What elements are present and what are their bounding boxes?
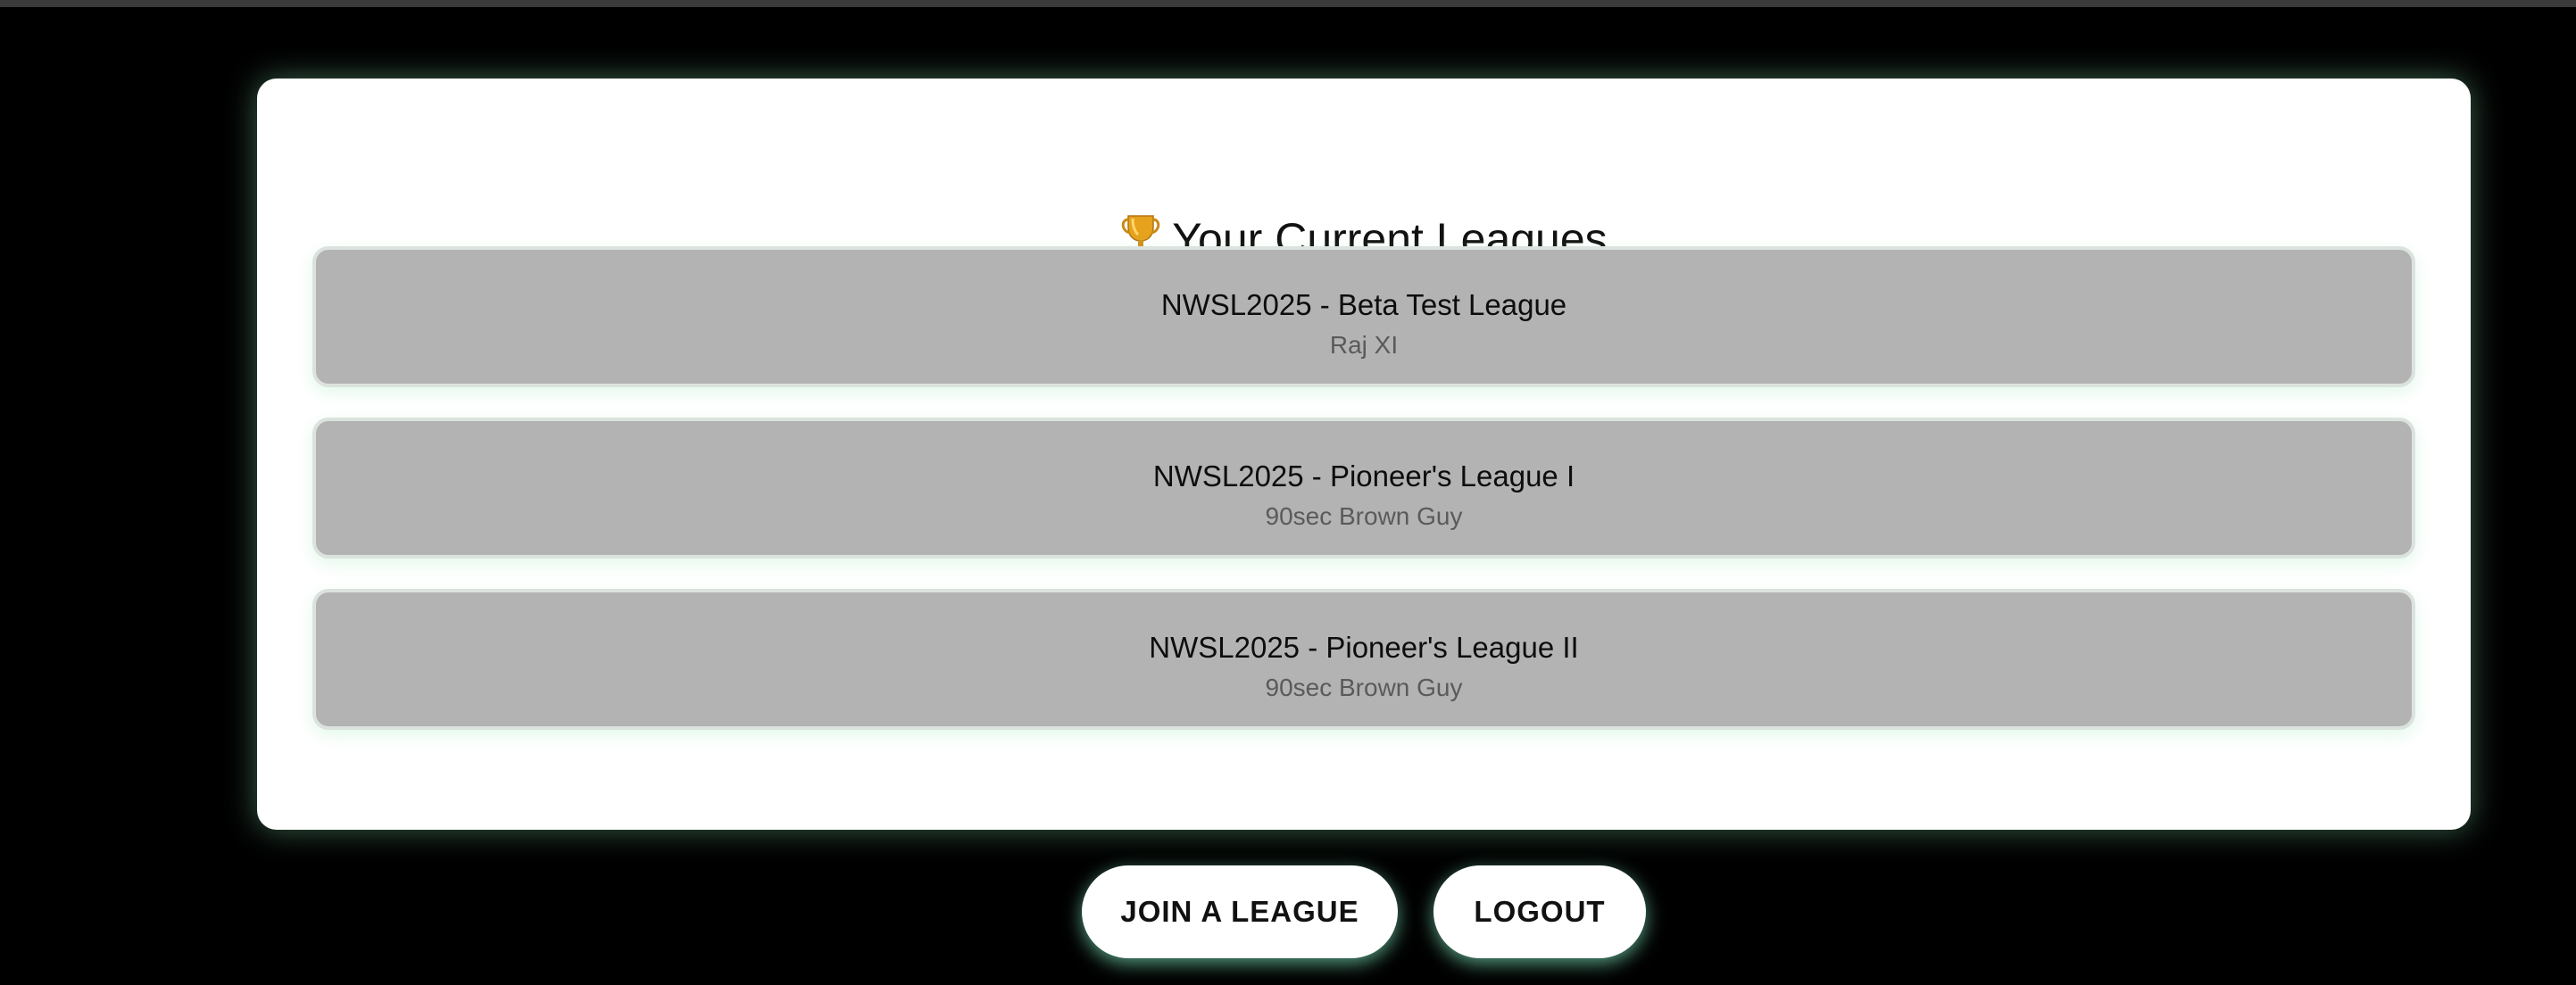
window-top-bar bbox=[0, 0, 2576, 7]
team-name: 90sec Brown Guy bbox=[1265, 674, 1463, 701]
league-name: NWSL2025 - Pioneer's League II bbox=[1149, 631, 1579, 664]
league-list: NWSL2025 - Beta Test League Raj XI NWSL2… bbox=[257, 79, 2471, 830]
league-item[interactable]: NWSL2025 - Beta Test League Raj XI bbox=[312, 246, 2415, 387]
logout-button[interactable]: LOGOUT bbox=[1433, 865, 1646, 958]
team-name: Raj XI bbox=[1329, 331, 1399, 359]
league-item[interactable]: NWSL2025 - Pioneer's League II 90sec Bro… bbox=[312, 589, 2415, 730]
join-league-button[interactable]: JOIN A LEAGUE bbox=[1082, 865, 1398, 958]
team-name: 90sec Brown Guy bbox=[1265, 502, 1463, 530]
league-name: NWSL2025 - Beta Test League bbox=[1160, 288, 1567, 321]
league-item[interactable]: NWSL2025 - Pioneer's League I 90sec Brow… bbox=[312, 418, 2415, 559]
leagues-card: Your Current Leagues NWSL2025 - Beta Tes… bbox=[257, 79, 2471, 830]
league-name: NWSL2025 - Pioneer's League I bbox=[1152, 459, 1575, 492]
